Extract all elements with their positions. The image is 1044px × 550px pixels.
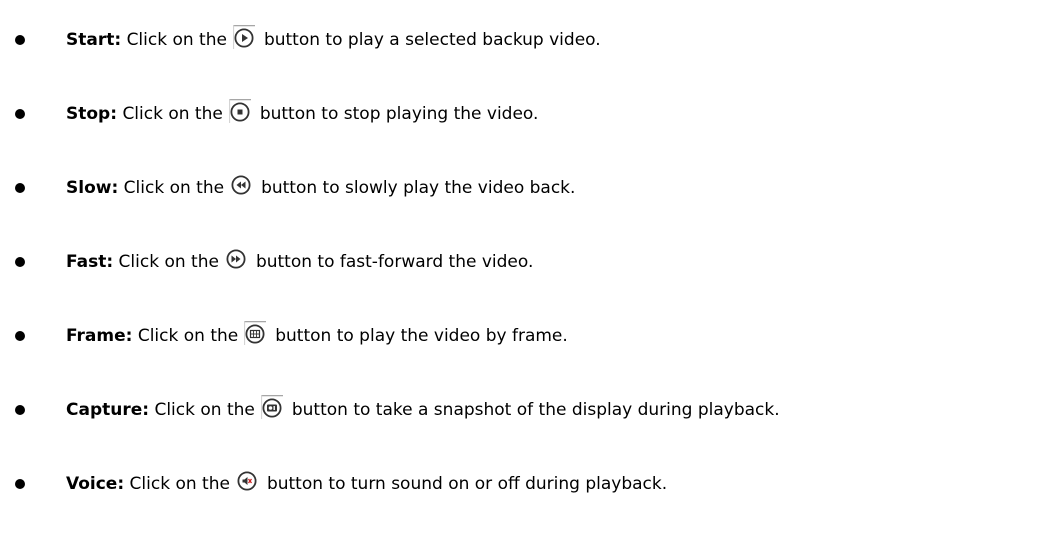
list-item-start: Start: Click on the button to play a sel… — [0, 20, 1044, 60]
item-text: Slow: Click on the button to slowly play… — [66, 173, 576, 200]
item-term: Stop: — [66, 104, 118, 124]
item-after: button to take a snapshot of the display… — [291, 400, 780, 420]
item-text: Frame: Click on the button to play the v… — [66, 321, 568, 348]
item-before: Click on the — [154, 400, 255, 420]
bullet-icon — [15, 331, 25, 341]
list-item-stop: Stop: Click on the button to stop playin… — [0, 94, 1044, 134]
stop-icon[interactable] — [228, 99, 251, 123]
item-text: Voice: Click on the button to turn sound… — [66, 469, 668, 496]
bullet-icon — [15, 405, 25, 415]
item-text: Capture: Click on the button to take a s… — [66, 395, 780, 422]
item-before: Click on the — [129, 474, 230, 494]
item-text: Fast: Click on the button to fast-forwar… — [66, 247, 534, 274]
item-before: Click on the — [137, 326, 239, 346]
bullet-icon — [15, 183, 25, 193]
bullet-icon — [15, 257, 25, 267]
fast-forward-icon[interactable] — [225, 247, 247, 271]
item-after: button to slowly play the video back. — [261, 178, 576, 198]
bullet-icon — [15, 35, 25, 45]
list-item-voice: Voice: Click on the button to turn sound… — [0, 464, 1044, 504]
bullet-icon — [15, 479, 25, 489]
list-item-fast: Fast: Click on the button to fast-forwar… — [0, 242, 1044, 282]
item-after: button to stop playing the video. — [259, 104, 539, 124]
frame-icon[interactable] — [244, 321, 267, 345]
item-after: button to fast-forward the video. — [255, 252, 534, 272]
item-term: Fast: — [66, 252, 114, 272]
voice-icon[interactable] — [236, 469, 258, 493]
item-before: Click on the — [123, 178, 225, 198]
list-item-frame: Frame: Click on the button to play the v… — [0, 316, 1044, 356]
play-icon[interactable] — [232, 25, 255, 49]
item-after: button to turn sound on or off during pl… — [266, 474, 668, 494]
list-item-capture: Capture: Click on the button to take a s… — [0, 390, 1044, 430]
slow-rewind-icon[interactable] — [230, 173, 252, 197]
item-term: Start: — [66, 30, 122, 50]
bullet-icon — [15, 109, 25, 119]
list-item-slow: Slow: Click on the button to slowly play… — [0, 168, 1044, 208]
item-text: Start: Click on the button to play a sel… — [66, 25, 601, 52]
item-before: Click on the — [122, 104, 223, 124]
item-after: button to play the video by frame. — [275, 326, 568, 346]
item-before: Click on the — [126, 30, 227, 50]
item-before: Click on the — [118, 252, 219, 272]
item-after: button to play a selected backup video. — [263, 30, 601, 50]
item-term: Capture: — [66, 400, 150, 420]
item-term: Voice: — [66, 474, 125, 494]
item-term: Frame: — [66, 326, 133, 346]
item-term: Slow: — [66, 178, 119, 198]
capture-icon[interactable] — [260, 395, 283, 419]
item-text: Stop: Click on the button to stop playin… — [66, 99, 539, 126]
